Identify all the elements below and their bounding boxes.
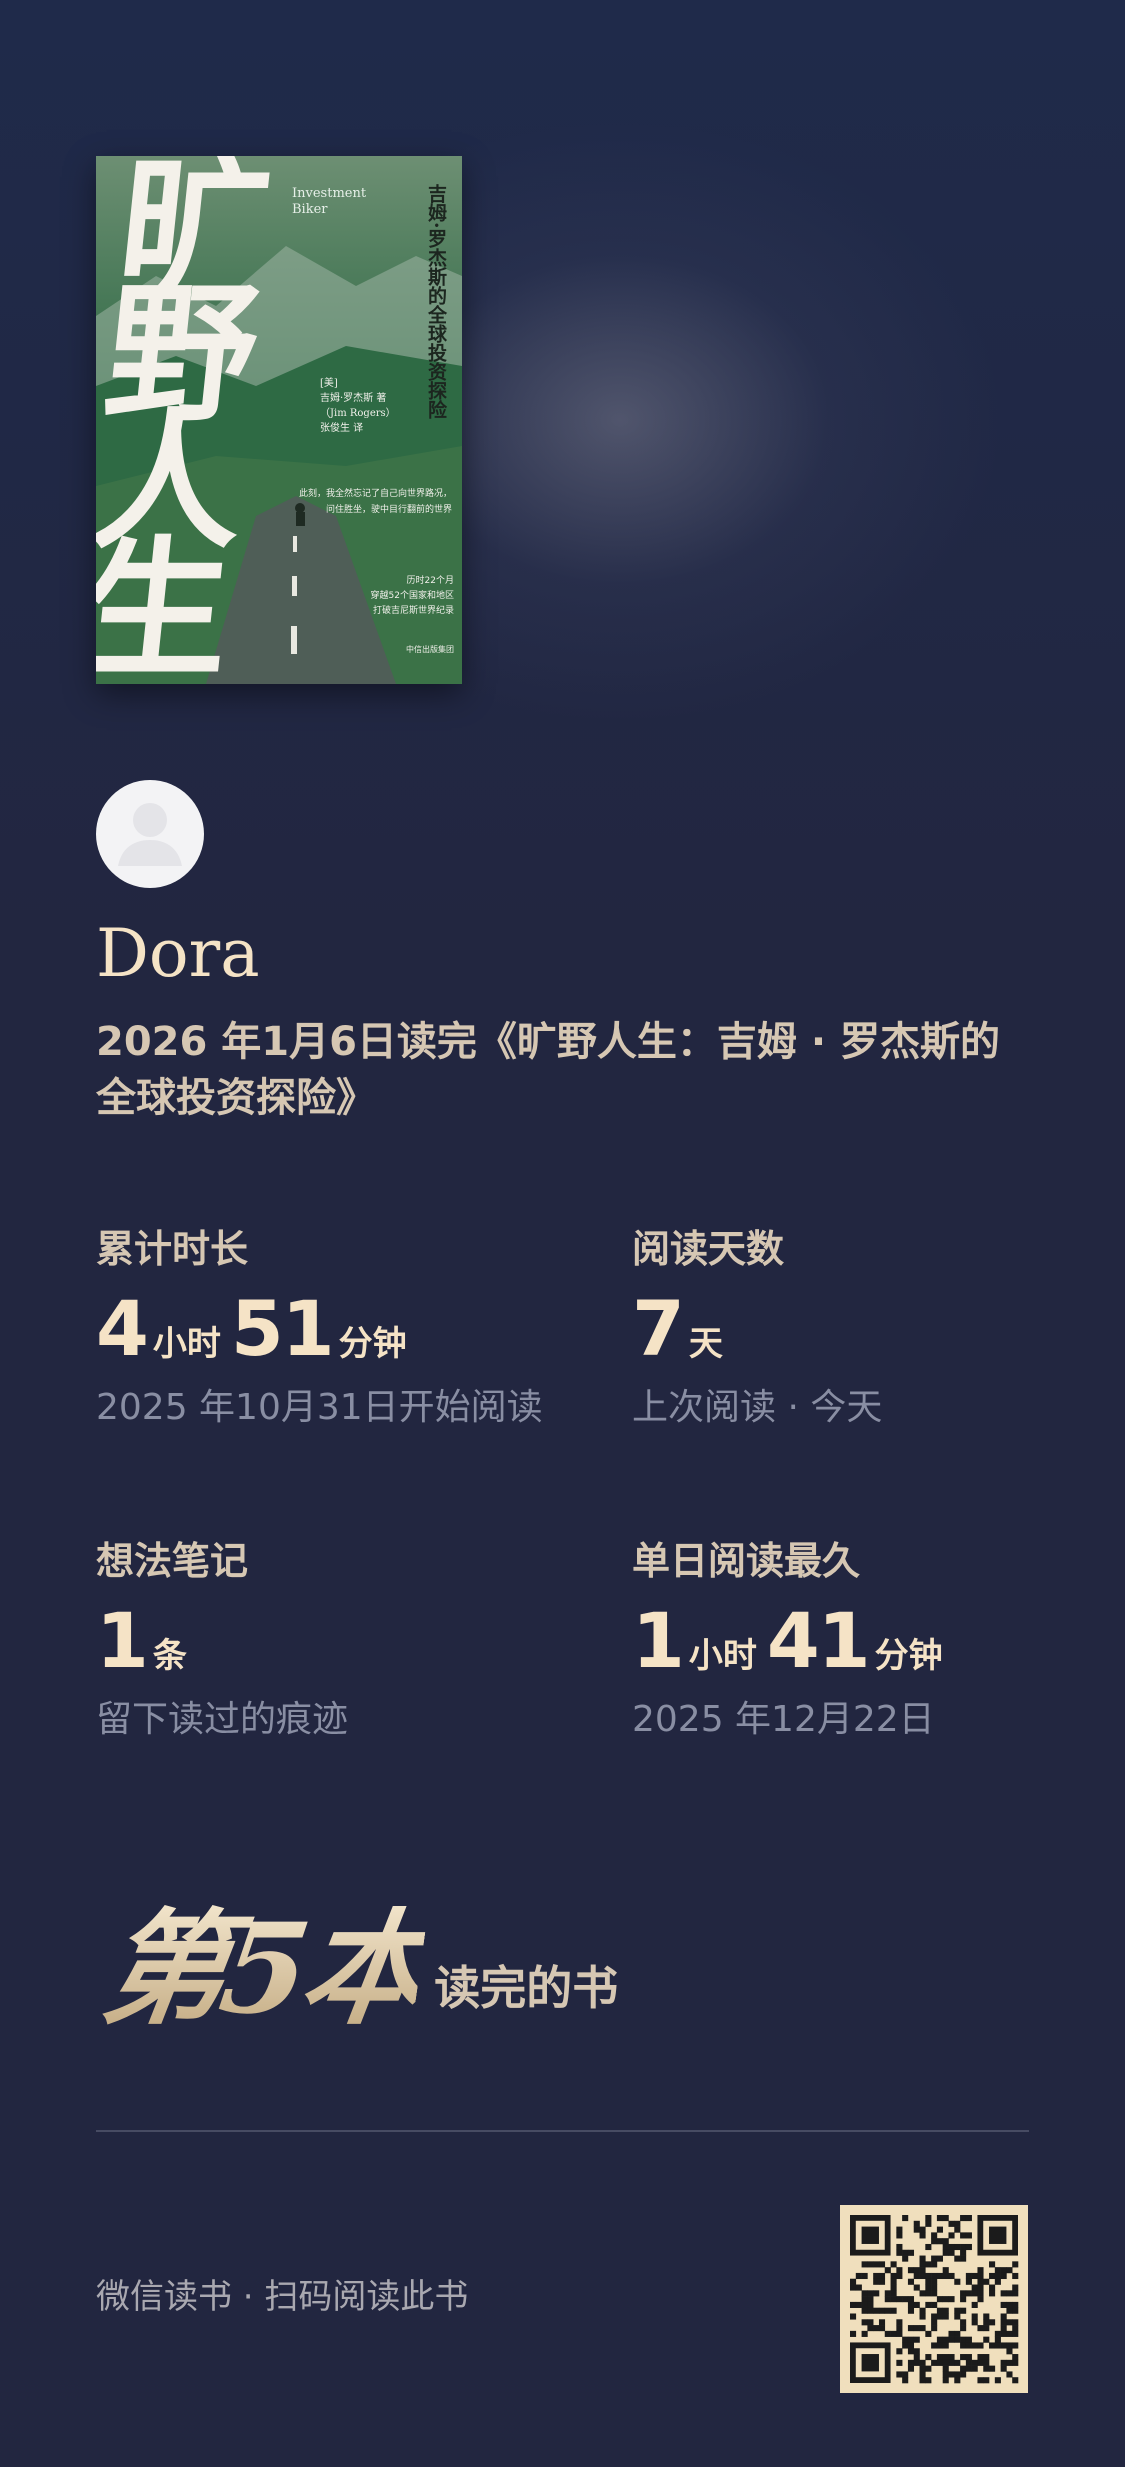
user-placeholder-icon	[118, 803, 182, 866]
stat-value: 1条	[96, 1596, 566, 1688]
stat-sub: 2025 年12月22日	[632, 1699, 935, 1740]
stat-reading-days: 阅读天数 7天 上次阅读 · 今天	[632, 1224, 1102, 1432]
stat-value: 7天	[632, 1284, 1102, 1376]
divider	[96, 2130, 1029, 2132]
stat-unit-hours: 小时	[688, 1636, 757, 1676]
book-rank: 第5本 读完的书	[94, 1880, 619, 2042]
stat-sub: 2025 年10月31日开始阅读	[96, 1387, 543, 1428]
qr-code[interactable]	[840, 2205, 1028, 2393]
cover-quote: 此刻，我全然忘记了自己向世界路况， 问住胜坐，驶中目行翻前的世界	[298, 489, 452, 515]
cover-author: [美] 吉姆·罗杰斯 著 （Jim Rogers） 张俊生 译	[320, 378, 396, 434]
stat-longest-day: 单日阅读最久 1 小时 41 分钟 2025 年12月22日	[632, 1536, 1102, 1744]
rank-label: 读完的书	[434, 1961, 619, 2015]
stat-days: 7	[632, 1284, 685, 1373]
stat-unit-hours: 小时	[152, 1324, 221, 1364]
stat-label: 阅读天数	[632, 1227, 785, 1271]
stat-notes: 想法笔记 1条 留下读过的痕迹	[96, 1536, 566, 1744]
stat-minutes: 41	[766, 1596, 871, 1685]
stat-unit-notes: 条	[152, 1636, 187, 1676]
stat-label: 单日阅读最久	[632, 1539, 861, 1583]
stat-total-time: 累计时长 4 小时 51 分钟 2025 年10月31日开始阅读	[96, 1224, 566, 1432]
stat-sub: 留下读过的痕迹	[96, 1699, 349, 1740]
finished-headline: 2026 年1月6日读完《旷野人生：吉姆 · 罗杰斯的全球投资探险》	[96, 1019, 1000, 1121]
user-name: Dora	[96, 915, 260, 992]
cover-stats: 历时22个月 穿越52个国家和地区 打破吉尼斯世界纪录	[370, 576, 454, 616]
stat-unit-minutes: 分钟	[874, 1636, 943, 1676]
rank-number: 第5本	[93, 1897, 431, 2042]
stat-unit-minutes: 分钟	[338, 1324, 407, 1364]
stat-sub: 上次阅读 · 今天	[632, 1387, 883, 1428]
stat-hours: 4	[96, 1284, 149, 1373]
stat-value: 1 小时 41 分钟	[632, 1596, 1102, 1688]
qr-code-icon	[850, 2215, 1019, 2384]
stat-notes-count: 1	[96, 1596, 149, 1685]
cover-publisher: 中信出版集团	[406, 645, 454, 654]
stat-unit-days: 天	[688, 1324, 723, 1364]
stat-value: 4 小时 51 分钟	[96, 1284, 566, 1376]
stat-label: 想法笔记	[96, 1539, 249, 1583]
cover-english-title: Investment Biker	[292, 186, 367, 217]
footer-text: 微信读书 · 扫码阅读此书	[96, 2277, 469, 2317]
book-cover[interactable]: 旷野人生 Investment Biker 吉姆·罗杰斯的全球投资探险 [美] …	[96, 156, 462, 684]
stat-hours: 1	[632, 1596, 685, 1685]
stat-label: 累计时长	[96, 1227, 249, 1271]
stat-minutes: 51	[230, 1284, 335, 1373]
avatar[interactable]	[96, 780, 204, 888]
